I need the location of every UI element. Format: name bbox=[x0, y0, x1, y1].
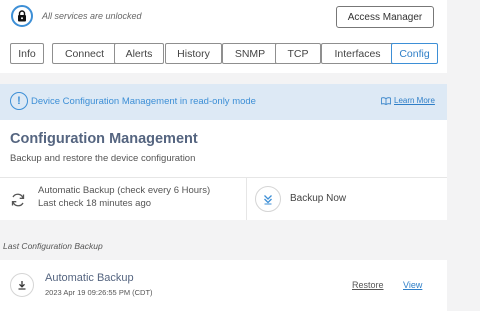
tab-info[interactable]: Info bbox=[10, 43, 44, 64]
download-icon bbox=[10, 273, 34, 297]
configuration-card: Configuration Management Backup and rest… bbox=[0, 120, 447, 220]
access-manager-button[interactable]: Access Manager bbox=[336, 6, 434, 28]
learn-more-link[interactable]: Learn More bbox=[381, 96, 435, 105]
backup-list-item: Automatic Backup 2023 Apr 19 09:26:55 PM… bbox=[0, 260, 447, 311]
divider bbox=[0, 177, 447, 178]
backup-now-button[interactable] bbox=[255, 186, 281, 212]
sync-icon bbox=[11, 193, 25, 207]
section-heading: Last Configuration Backup bbox=[3, 241, 103, 251]
lock-icon bbox=[11, 5, 33, 27]
auto-backup-schedule: Automatic Backup (check every 6 Hours) bbox=[38, 185, 211, 196]
page-title: Configuration Management bbox=[10, 131, 198, 147]
backup-title: Automatic Backup bbox=[45, 272, 134, 284]
tab-connect[interactable]: Connect bbox=[52, 43, 117, 64]
restore-link[interactable]: Restore bbox=[352, 280, 384, 290]
unlocked-status-text: All services are unlocked bbox=[42, 11, 142, 21]
tab-snmp[interactable]: SNMP bbox=[222, 43, 278, 64]
last-check-text: Last check 18 minutes ago bbox=[38, 198, 152, 209]
tab-alerts[interactable]: Alerts bbox=[114, 43, 164, 64]
banner-text: Device Configuration Management in read-… bbox=[31, 96, 256, 107]
info-alert-icon: ! bbox=[10, 92, 28, 110]
learn-more-label: Learn More bbox=[394, 96, 435, 105]
backup-timestamp: 2023 Apr 19 09:26:55 PM (CDT) bbox=[45, 288, 153, 297]
view-link[interactable]: View bbox=[403, 280, 422, 290]
double-chevron-down-icon bbox=[264, 195, 272, 205]
tab-config[interactable]: Config bbox=[391, 43, 438, 64]
read-only-banner: ! Device Configuration Management in rea… bbox=[0, 84, 447, 120]
tab-history[interactable]: History bbox=[165, 43, 222, 64]
book-icon bbox=[381, 96, 391, 105]
services-card: All services are unlocked Access Manager… bbox=[0, 0, 447, 73]
page-subtitle: Backup and restore the device configurat… bbox=[10, 153, 196, 164]
tab-tcp[interactable]: TCP bbox=[275, 43, 321, 64]
tab-interfaces[interactable]: Interfaces bbox=[321, 43, 394, 64]
backup-now-label[interactable]: Backup Now bbox=[290, 193, 346, 204]
divider bbox=[246, 178, 247, 220]
